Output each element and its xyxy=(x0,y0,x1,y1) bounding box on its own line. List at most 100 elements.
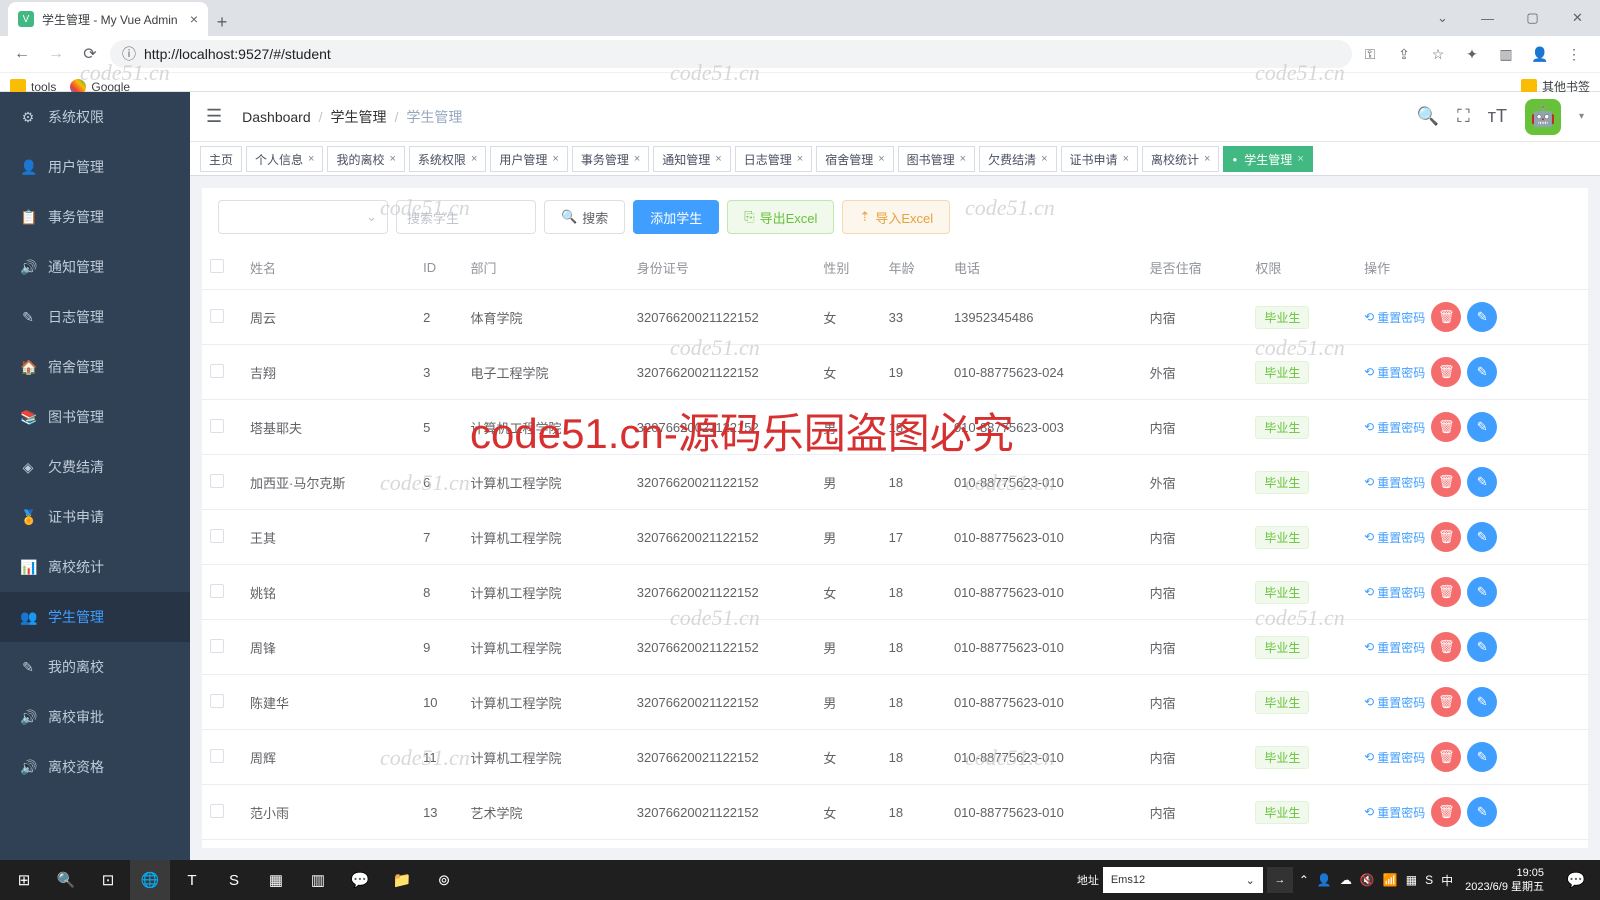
tray-icon[interactable]: ⌃ xyxy=(1299,873,1309,887)
checkbox-all[interactable] xyxy=(210,259,224,273)
row-checkbox[interactable] xyxy=(210,694,224,708)
url-input[interactable]: ⓘ http://localhost:9527/#/student xyxy=(110,40,1352,68)
sidebar-item[interactable]: ◈欠费结清 xyxy=(0,442,190,492)
profile-icon[interactable]: 👤 xyxy=(1528,42,1552,66)
row-checkbox[interactable] xyxy=(210,474,224,488)
tray-icon[interactable]: ☁ xyxy=(1340,873,1352,887)
search-icon[interactable]: 🔍 xyxy=(1417,106,1439,127)
row-checkbox[interactable] xyxy=(210,639,224,653)
edit-button[interactable]: ✎ xyxy=(1467,302,1497,332)
breadcrumb-item[interactable]: 学生管理 xyxy=(331,107,387,127)
search-input[interactable]: 搜索学生 xyxy=(396,200,536,234)
search-button[interactable]: 🔍搜索 xyxy=(544,200,625,234)
row-checkbox[interactable] xyxy=(210,419,224,433)
tag-close-icon[interactable]: × xyxy=(1297,153,1303,165)
reset-password-link[interactable]: ⟲重置密码 xyxy=(1364,694,1425,711)
tag-close-icon[interactable]: × xyxy=(1041,153,1047,165)
tray-icon[interactable]: S xyxy=(1425,873,1433,887)
export-excel-button[interactable]: ⎘导出Excel xyxy=(727,200,834,234)
menu-icon[interactable]: ⋮ xyxy=(1562,42,1586,66)
delete-button[interactable]: 🗑 xyxy=(1431,797,1461,827)
row-checkbox[interactable] xyxy=(210,529,224,543)
tray-icon[interactable]: 中 xyxy=(1441,872,1453,889)
tag-close-icon[interactable]: × xyxy=(308,153,314,165)
avatar[interactable]: 🤖 xyxy=(1525,99,1561,135)
delete-button[interactable]: 🗑 xyxy=(1431,302,1461,332)
delete-button[interactable]: 🗑 xyxy=(1431,412,1461,442)
tray-icon[interactable]: 📶 xyxy=(1383,873,1398,887)
tag-close-icon[interactable]: × xyxy=(471,153,477,165)
tag-item[interactable]: 通知管理× xyxy=(653,146,730,172)
fullscreen-icon[interactable]: ⛶ xyxy=(1457,106,1470,127)
tag-item[interactable]: 事务管理× xyxy=(572,146,649,172)
tag-item[interactable]: 离校统计× xyxy=(1142,146,1219,172)
tag-item[interactable]: 宿舍管理× xyxy=(816,146,893,172)
chrome-icon[interactable]: 🌐 xyxy=(130,860,170,900)
app-icon[interactable]: T xyxy=(172,860,212,900)
sidebar-item[interactable]: 👤用户管理 xyxy=(0,142,190,192)
chevron-down-icon[interactable]: ⌄ xyxy=(1420,0,1465,36)
star-icon[interactable]: ☆ xyxy=(1426,42,1450,66)
edit-button[interactable]: ✎ xyxy=(1467,577,1497,607)
delete-button[interactable]: 🗑 xyxy=(1431,632,1461,662)
reset-password-link[interactable]: ⟲重置密码 xyxy=(1364,584,1425,601)
delete-button[interactable]: 🗑 xyxy=(1431,687,1461,717)
tray-icon[interactable]: 👤 xyxy=(1317,873,1332,887)
tag-close-icon[interactable]: × xyxy=(634,153,640,165)
sidebar-item[interactable]: 🔊通知管理 xyxy=(0,242,190,292)
reset-password-link[interactable]: ⟲重置密码 xyxy=(1364,364,1425,381)
reload-button[interactable]: ⟳ xyxy=(76,40,104,68)
start-button[interactable]: ⊞ xyxy=(4,860,44,900)
delete-button[interactable]: 🗑 xyxy=(1431,742,1461,772)
maximize-button[interactable]: ▢ xyxy=(1510,0,1555,36)
tag-item[interactable]: 学生管理× xyxy=(1223,146,1312,172)
sidebar-item[interactable]: 🔊离校审批 xyxy=(0,692,190,742)
tag-item[interactable]: 我的离校× xyxy=(327,146,404,172)
app-icon[interactable]: 📁 xyxy=(382,860,422,900)
close-button[interactable]: ✕ xyxy=(1555,0,1600,36)
tag-item[interactable]: 欠费结清× xyxy=(979,146,1056,172)
reset-password-link[interactable]: ⟲重置密码 xyxy=(1364,529,1425,546)
edit-button[interactable]: ✎ xyxy=(1467,742,1497,772)
sidebar-item[interactable]: 🏅证书申请 xyxy=(0,492,190,542)
tab-close-icon[interactable]: × xyxy=(190,11,198,27)
row-checkbox[interactable] xyxy=(210,309,224,323)
edit-button[interactable]: ✎ xyxy=(1467,632,1497,662)
app-icon[interactable]: S xyxy=(214,860,254,900)
edit-button[interactable]: ✎ xyxy=(1467,522,1497,552)
edit-button[interactable]: ✎ xyxy=(1467,467,1497,497)
app-icon[interactable]: ⊚ xyxy=(424,860,464,900)
reset-password-link[interactable]: ⟲重置密码 xyxy=(1364,804,1425,821)
sidebar-item[interactable]: ✎日志管理 xyxy=(0,292,190,342)
sidebar-item[interactable]: 🏠宿舍管理 xyxy=(0,342,190,392)
tray-icon[interactable]: 🔇 xyxy=(1360,873,1375,887)
filter-select[interactable]: ⌄ xyxy=(218,200,388,234)
edit-button[interactable]: ✎ xyxy=(1467,357,1497,387)
edit-button[interactable]: ✎ xyxy=(1467,412,1497,442)
sidebar-item[interactable]: 🔊离校资格 xyxy=(0,742,190,792)
taskbar-go-button[interactable]: → xyxy=(1267,867,1293,893)
new-tab-button[interactable]: + xyxy=(208,8,236,36)
tag-close-icon[interactable]: × xyxy=(1204,153,1210,165)
reset-password-link[interactable]: ⟲重置密码 xyxy=(1364,474,1425,491)
row-checkbox[interactable] xyxy=(210,749,224,763)
edit-button[interactable]: ✎ xyxy=(1467,687,1497,717)
add-student-button[interactable]: 添加学生 xyxy=(633,200,719,234)
hamburger-icon[interactable]: ☰ xyxy=(206,106,222,127)
browser-tab[interactable]: V 学生管理 - My Vue Admin × xyxy=(8,2,208,36)
tag-item[interactable]: 主页 xyxy=(200,146,242,172)
row-checkbox[interactable] xyxy=(210,804,224,818)
panel-icon[interactable]: ▥ xyxy=(1494,42,1518,66)
reset-password-link[interactable]: ⟲重置密码 xyxy=(1364,749,1425,766)
breadcrumb-item[interactable]: Dashboard xyxy=(242,109,311,125)
sidebar-item[interactable]: ✎我的离校 xyxy=(0,642,190,692)
sidebar-item[interactable]: 📚图书管理 xyxy=(0,392,190,442)
back-button[interactable]: ← xyxy=(8,40,36,68)
tag-close-icon[interactable]: × xyxy=(878,153,884,165)
tag-close-icon[interactable]: × xyxy=(797,153,803,165)
tag-close-icon[interactable]: × xyxy=(715,153,721,165)
reset-password-link[interactable]: ⟲重置密码 xyxy=(1364,639,1425,656)
tag-item[interactable]: 图书管理× xyxy=(898,146,975,172)
tag-item[interactable]: 证书申请× xyxy=(1061,146,1138,172)
tag-close-icon[interactable]: × xyxy=(1123,153,1129,165)
